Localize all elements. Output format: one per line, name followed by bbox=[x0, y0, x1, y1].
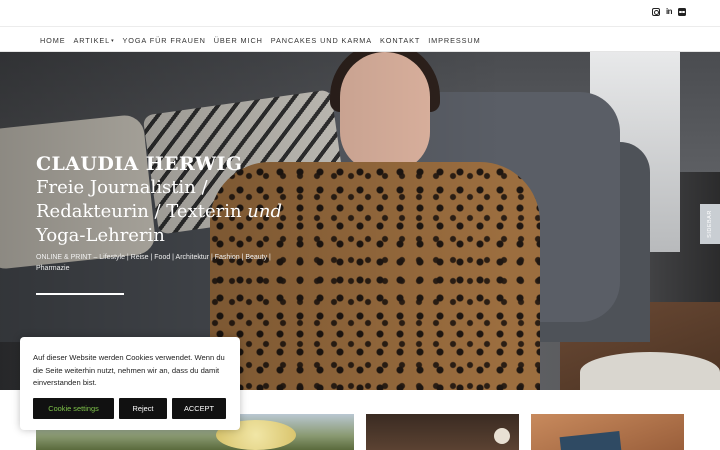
hero-text: CLAUDIA HERWIG Freie Journalistin / Reda… bbox=[36, 152, 306, 295]
instagram-icon[interactable] bbox=[652, 8, 660, 16]
accept-button[interactable]: ACCEPT bbox=[172, 398, 226, 419]
hero-role-line-2-text: Redakteurin / Texterin bbox=[36, 201, 242, 222]
hero-name: CLAUDIA HERWIG bbox=[36, 153, 243, 175]
social-links: in bbox=[652, 8, 686, 16]
main-navigation: HOME ARTIKEL▾ YOGA FÜR FRAUEN ÜBER MICH … bbox=[0, 27, 720, 52]
sidebar-toggle-label: SIDEBAR bbox=[707, 210, 713, 238]
chevron-down-icon: ▾ bbox=[111, 38, 115, 44]
hero-role-line-3: Yoga-Lehrerin bbox=[36, 225, 165, 246]
flickr-icon[interactable] bbox=[678, 8, 686, 16]
hero-role: Freie Journalistin / Redakteurin / Texte… bbox=[36, 176, 306, 248]
nav-item-yoga-fuer-frauen[interactable]: YOGA FÜR FRAUEN bbox=[123, 36, 206, 45]
hero-role-line-2: Redakteurin / Texterin und bbox=[36, 200, 306, 224]
hero-subtitle: ONLINE & PRINT – Lifestyle | Reise | Foo… bbox=[36, 254, 271, 272]
reject-button[interactable]: Reject bbox=[119, 398, 167, 419]
nav-item-artikel[interactable]: ARTIKEL▾ bbox=[74, 36, 115, 45]
nav-item-artikel-label: ARTIKEL bbox=[73, 36, 111, 45]
sidebar-toggle[interactable]: SIDEBAR bbox=[700, 204, 720, 244]
nav-item-ueber-mich[interactable]: ÜBER MICH bbox=[214, 36, 263, 45]
post-thumbnail[interactable] bbox=[531, 414, 684, 450]
hero-role-line-1: Freie Journalistin / bbox=[36, 177, 208, 198]
cookie-text: Auf dieser Website werden Cookies verwen… bbox=[33, 353, 225, 387]
nav-item-impressum[interactable]: IMPRESSUM bbox=[428, 36, 480, 45]
nav-item-home[interactable]: HOME bbox=[40, 36, 66, 45]
linkedin-icon[interactable]: in bbox=[665, 8, 673, 16]
nav-item-kontakt[interactable]: KONTAKT bbox=[380, 36, 420, 45]
top-bar: in bbox=[0, 0, 720, 27]
hero-divider bbox=[36, 293, 124, 295]
hero-role-und: und bbox=[247, 201, 283, 222]
nav-item-pancakes-und-karma[interactable]: PANCAKES UND KARMA bbox=[271, 36, 372, 45]
cookie-settings-button[interactable]: Cookie settings bbox=[33, 398, 114, 419]
post-thumbnail[interactable] bbox=[366, 414, 519, 450]
cookie-banner: Auf dieser Website werden Cookies verwen… bbox=[20, 337, 240, 430]
